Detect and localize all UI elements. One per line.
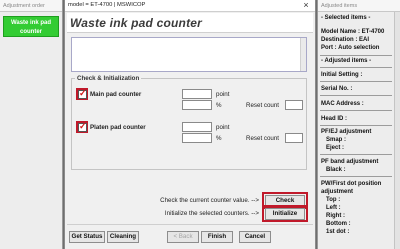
adjustment-order-title: Adjustment order bbox=[0, 0, 62, 12]
adjustment-item-label-line1: Waste ink pad bbox=[10, 20, 52, 26]
page-title: Waste ink pad counter bbox=[70, 16, 203, 30]
platen-pad-reset-label: Reset count bbox=[246, 135, 280, 142]
check-initialization-group: Check & Initialization ✓ Main pad counte… bbox=[71, 75, 307, 170]
platen-pad-point-unit: point bbox=[216, 124, 230, 131]
pw-first-dot: 1st dot : bbox=[326, 229, 350, 235]
pw-top: Top : bbox=[326, 197, 341, 203]
cleaning-button[interactable]: Cleaning bbox=[107, 231, 139, 243]
adjusted-items-header: - Adjusted items - bbox=[321, 58, 372, 64]
separator bbox=[320, 176, 392, 177]
main-pad-point-field bbox=[182, 89, 212, 99]
initialize-instruction: Initialize the selected counters. --> bbox=[164, 210, 259, 217]
get-status-button[interactable]: Get Status bbox=[69, 231, 105, 243]
eject: Eject : bbox=[326, 145, 345, 151]
pw-bottom: Bottom : bbox=[326, 221, 351, 227]
pw-right: Right : bbox=[326, 213, 345, 219]
initial-setting: Initial Setting : bbox=[321, 72, 363, 78]
finish-button[interactable]: Finish bbox=[201, 231, 233, 243]
checkmark-icon: ✓ bbox=[79, 88, 87, 98]
main-pad-point-unit: point bbox=[216, 91, 230, 98]
separator bbox=[320, 154, 392, 155]
pf-band-adjustment: PF band adjustment bbox=[321, 159, 379, 165]
adjusted-items-scrollbar[interactable] bbox=[394, 12, 400, 249]
info-scrollbar[interactable] bbox=[300, 38, 306, 71]
info-text-area bbox=[71, 37, 307, 72]
mac-address: MAC Address : bbox=[321, 101, 364, 107]
separator bbox=[320, 81, 392, 82]
main-pad-checkbox[interactable]: ✓ bbox=[78, 88, 87, 99]
initialize-button[interactable]: Initialize bbox=[265, 208, 305, 220]
platen-pad-point-field bbox=[182, 122, 212, 132]
main-pad-percent-unit: % bbox=[216, 102, 222, 109]
separator bbox=[320, 55, 392, 56]
platen-pad-checkbox[interactable]: ✓ bbox=[78, 121, 87, 132]
pw-adjustment: adjustment bbox=[321, 189, 354, 195]
close-icon[interactable]: × bbox=[299, 0, 313, 11]
cancel-button[interactable]: Cancel bbox=[239, 231, 271, 243]
main-pad-reset-field bbox=[285, 100, 303, 110]
check-instruction: Check the current counter value. --> bbox=[160, 197, 259, 204]
group-title: Check & Initialization bbox=[75, 75, 142, 82]
selected-items-header: - Selected items - bbox=[321, 15, 371, 21]
black: Black : bbox=[326, 167, 346, 173]
window-titlebar: model = ET-4700 | MSWICOP × bbox=[65, 0, 315, 12]
back-button[interactable]: < Back bbox=[167, 231, 199, 243]
platen-pad-label: Platen pad counter bbox=[90, 124, 146, 131]
adjustment-item-label-line2: counter bbox=[19, 29, 42, 35]
destination: Destination : EAI bbox=[321, 37, 370, 43]
main-pad-percent-field bbox=[182, 100, 212, 110]
separator bbox=[320, 95, 392, 96]
head-id: Head ID : bbox=[321, 116, 348, 122]
waste-ink-pad-window: model = ET-4700 | MSWICOP × Waste ink pa… bbox=[64, 0, 316, 249]
port: Port : Auto selection bbox=[321, 45, 380, 51]
adjusted-items-panel: Adjusted items - Selected items - Model … bbox=[317, 0, 400, 249]
footer-separator bbox=[67, 224, 313, 225]
main-pad-label: Main pad counter bbox=[90, 91, 142, 98]
pw-first-dot-position: PW/First dot position bbox=[321, 181, 382, 187]
separator bbox=[320, 125, 392, 126]
adjustment-item-waste-ink-pad-counter[interactable]: Waste ink pad counter bbox=[3, 16, 59, 37]
pw-left: Left : bbox=[326, 205, 341, 211]
serial-no: Serial No. : bbox=[321, 86, 353, 92]
platen-pad-percent-unit: % bbox=[216, 135, 222, 142]
platen-pad-reset-field bbox=[285, 133, 303, 143]
window-title: model = ET-4700 | MSWICOP bbox=[68, 2, 146, 8]
smap: Smap : bbox=[326, 137, 347, 143]
adjustment-order-panel: Adjustment order Waste ink pad counter bbox=[0, 0, 63, 249]
checkmark-icon: ✓ bbox=[79, 121, 87, 131]
separator bbox=[320, 67, 392, 68]
page-header: Waste ink pad counter bbox=[67, 13, 313, 33]
separator bbox=[320, 110, 392, 111]
main-pad-reset-label: Reset count bbox=[246, 102, 280, 109]
platen-pad-percent-field bbox=[182, 133, 212, 143]
adjusted-items-title: Adjusted items bbox=[318, 0, 400, 12]
model-name: Model Name : ET-4700 bbox=[321, 29, 385, 35]
pf-ej-adjustment: PF/EJ adjustment bbox=[321, 129, 372, 135]
